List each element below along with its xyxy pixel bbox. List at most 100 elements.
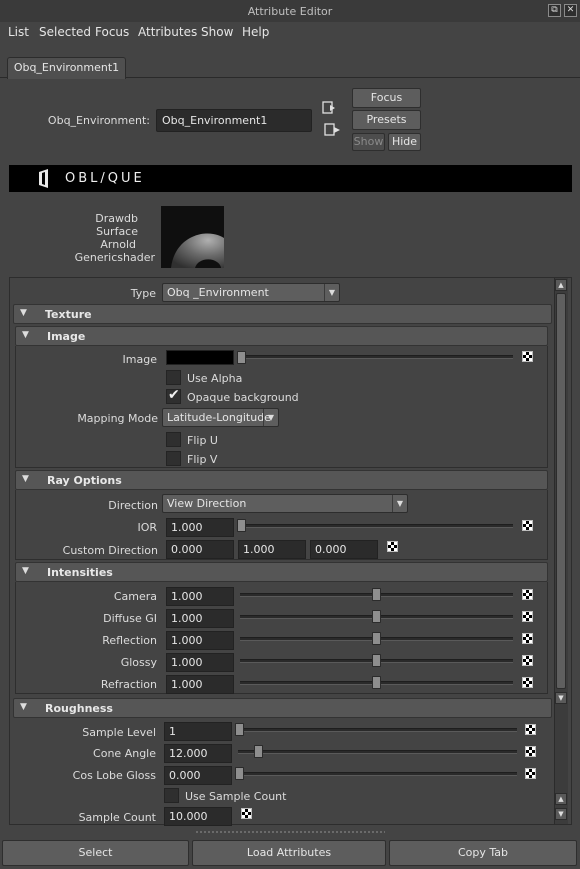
oblique-logo-text: OBL/QUE	[65, 171, 145, 186]
custom-direction-x-field[interactable]: 0.000	[166, 540, 234, 559]
reflection-slider-handle[interactable]	[372, 632, 381, 645]
scroll-down-arrow-icon[interactable]: ▼	[555, 692, 567, 704]
menu-help[interactable]: Help	[242, 25, 269, 39]
node-name-field[interactable]: Obq_Environment1	[156, 109, 312, 132]
menu-list[interactable]: List	[8, 25, 29, 39]
menu-selected[interactable]: Selected	[39, 25, 91, 39]
collapse-triangle-icon: ▼	[20, 702, 27, 712]
swatch-preview-image	[171, 233, 224, 268]
menu-bar: List Selected Focus Attributes Show Help	[0, 22, 580, 44]
refraction-map-button-icon[interactable]	[522, 677, 533, 688]
image-map-button-icon[interactable]	[522, 351, 533, 362]
load-attributes-button[interactable]: Load Attributes	[192, 840, 386, 866]
menu-attributes[interactable]: Attributes	[138, 25, 197, 39]
hide-button[interactable]: Hide	[388, 133, 421, 151]
type-dropdown[interactable]: Obq _Environment ▼	[162, 283, 340, 302]
camera-map-button-icon[interactable]	[522, 589, 533, 600]
section-texture-title: Texture	[45, 308, 92, 321]
type-label: Type	[130, 287, 156, 300]
presets-button[interactable]: Presets	[352, 110, 421, 130]
section-image-title: Image	[47, 330, 86, 343]
opaque-background-checkbox[interactable]: ✔	[166, 387, 181, 404]
type-dropdown-value: Obq _Environment	[167, 286, 269, 299]
cos-lobe-gloss-slider-handle[interactable]	[235, 767, 244, 780]
image-color-swatch[interactable]	[166, 350, 234, 365]
section-ray-options[interactable]: ▼ Ray Options	[15, 470, 548, 490]
cone-angle-field[interactable]: 12.000	[164, 744, 232, 763]
float-window-icon[interactable]: ⧉	[548, 4, 561, 17]
glossy-slider-handle[interactable]	[372, 654, 381, 667]
section-intensities-title: Intensities	[47, 566, 113, 579]
opaque-background-label: Opaque background	[187, 391, 299, 404]
section-roughness[interactable]: ▼ Roughness	[13, 698, 552, 718]
tab-obq-environment1[interactable]: Obq_Environment1	[7, 57, 126, 79]
use-sample-count-label: Use Sample Count	[185, 790, 287, 803]
ior-label: IOR	[137, 521, 157, 534]
sample-level-map-button-icon[interactable]	[525, 724, 536, 735]
node-name-label: Obq_Environment:	[47, 114, 150, 127]
outer-scroll-thumb[interactable]	[556, 293, 566, 689]
shader-swatch-thumbnail	[161, 206, 224, 268]
camera-slider-handle[interactable]	[372, 588, 381, 601]
diffuse-gi-field[interactable]: 1.000	[166, 609, 234, 628]
sample-count-field[interactable]: 10.000	[164, 807, 232, 826]
focus-button[interactable]: Focus	[352, 88, 421, 108]
diffuse-gi-slider-handle[interactable]	[372, 610, 381, 623]
sample-level-slider-handle[interactable]	[235, 723, 244, 736]
cone-angle-map-button-icon[interactable]	[525, 746, 536, 757]
diffuse-gi-map-button-icon[interactable]	[522, 611, 533, 622]
glossy-map-button-icon[interactable]	[522, 655, 533, 666]
reflection-field[interactable]: 1.000	[166, 631, 234, 650]
inner-scroll-up-arrow-icon[interactable]: ▲	[555, 793, 567, 805]
sample-level-slider-track[interactable]	[238, 728, 517, 732]
menu-focus[interactable]: Focus	[95, 25, 129, 39]
window-title: Attribute Editor	[247, 5, 333, 18]
image-slider-handle[interactable]	[237, 351, 246, 364]
flip-v-checkbox[interactable]	[166, 451, 181, 466]
glossy-field[interactable]: 1.000	[166, 653, 234, 672]
cos-lobe-gloss-field[interactable]: 0.000	[164, 766, 232, 785]
input-connection-icon[interactable]	[322, 101, 340, 115]
custom-direction-z-field[interactable]: 0.000	[310, 540, 378, 559]
ior-slider-track[interactable]	[240, 524, 513, 528]
camera-field[interactable]: 1.000	[166, 587, 234, 606]
custom-direction-map-button-icon[interactable]	[387, 541, 398, 552]
chevron-down-icon: ▼	[392, 495, 407, 512]
flip-u-checkbox[interactable]	[166, 432, 181, 447]
cone-angle-slider-track[interactable]	[238, 750, 517, 754]
cone-angle-slider-handle[interactable]	[254, 745, 264, 758]
image-slider-track[interactable]	[240, 355, 513, 359]
output-connection-icon[interactable]	[324, 123, 342, 137]
use-alpha-checkbox[interactable]	[166, 370, 181, 385]
collapse-triangle-icon: ▼	[22, 330, 29, 340]
cos-lobe-gloss-map-button-icon[interactable]	[525, 768, 536, 779]
close-window-icon[interactable]: ✕	[564, 4, 577, 17]
ior-slider-handle[interactable]	[237, 519, 246, 532]
section-intensities[interactable]: ▼ Intensities	[15, 562, 548, 582]
sample-count-map-button-icon[interactable]	[241, 808, 252, 819]
mapping-mode-dropdown[interactable]: Latitude-Longitude ▼	[162, 408, 279, 427]
cone-angle-label: Cone Angle	[93, 747, 156, 760]
refraction-field[interactable]: 1.000	[166, 675, 234, 694]
scroll-up-arrow-icon[interactable]: ▲	[555, 279, 567, 291]
select-button[interactable]: Select	[2, 840, 189, 866]
section-image[interactable]: ▼ Image	[15, 326, 548, 346]
custom-direction-y-field[interactable]: 1.000	[238, 540, 306, 559]
direction-dropdown[interactable]: View Direction ▼	[162, 494, 408, 513]
sample-level-field[interactable]: 1	[164, 722, 232, 741]
class-genericshader: Genericshader	[74, 251, 155, 264]
menu-show[interactable]: Show	[201, 25, 233, 39]
inner-scroll-down-arrow-icon[interactable]: ▼	[555, 808, 567, 820]
section-texture[interactable]: ▼ Texture	[13, 304, 552, 324]
oblique-logo-icon	[39, 169, 48, 188]
section-ray-options-title: Ray Options	[47, 474, 122, 487]
resize-grip[interactable]	[195, 830, 385, 834]
copy-tab-button[interactable]: Copy Tab	[389, 840, 577, 866]
ior-field[interactable]: 1.000	[166, 518, 234, 537]
ior-map-button-icon[interactable]	[522, 520, 533, 531]
reflection-map-button-icon[interactable]	[522, 633, 533, 644]
show-button[interactable]: Show	[352, 133, 385, 151]
refraction-slider-handle[interactable]	[372, 676, 381, 689]
cos-lobe-gloss-slider-track[interactable]	[238, 772, 517, 776]
use-sample-count-checkbox[interactable]	[164, 788, 179, 803]
